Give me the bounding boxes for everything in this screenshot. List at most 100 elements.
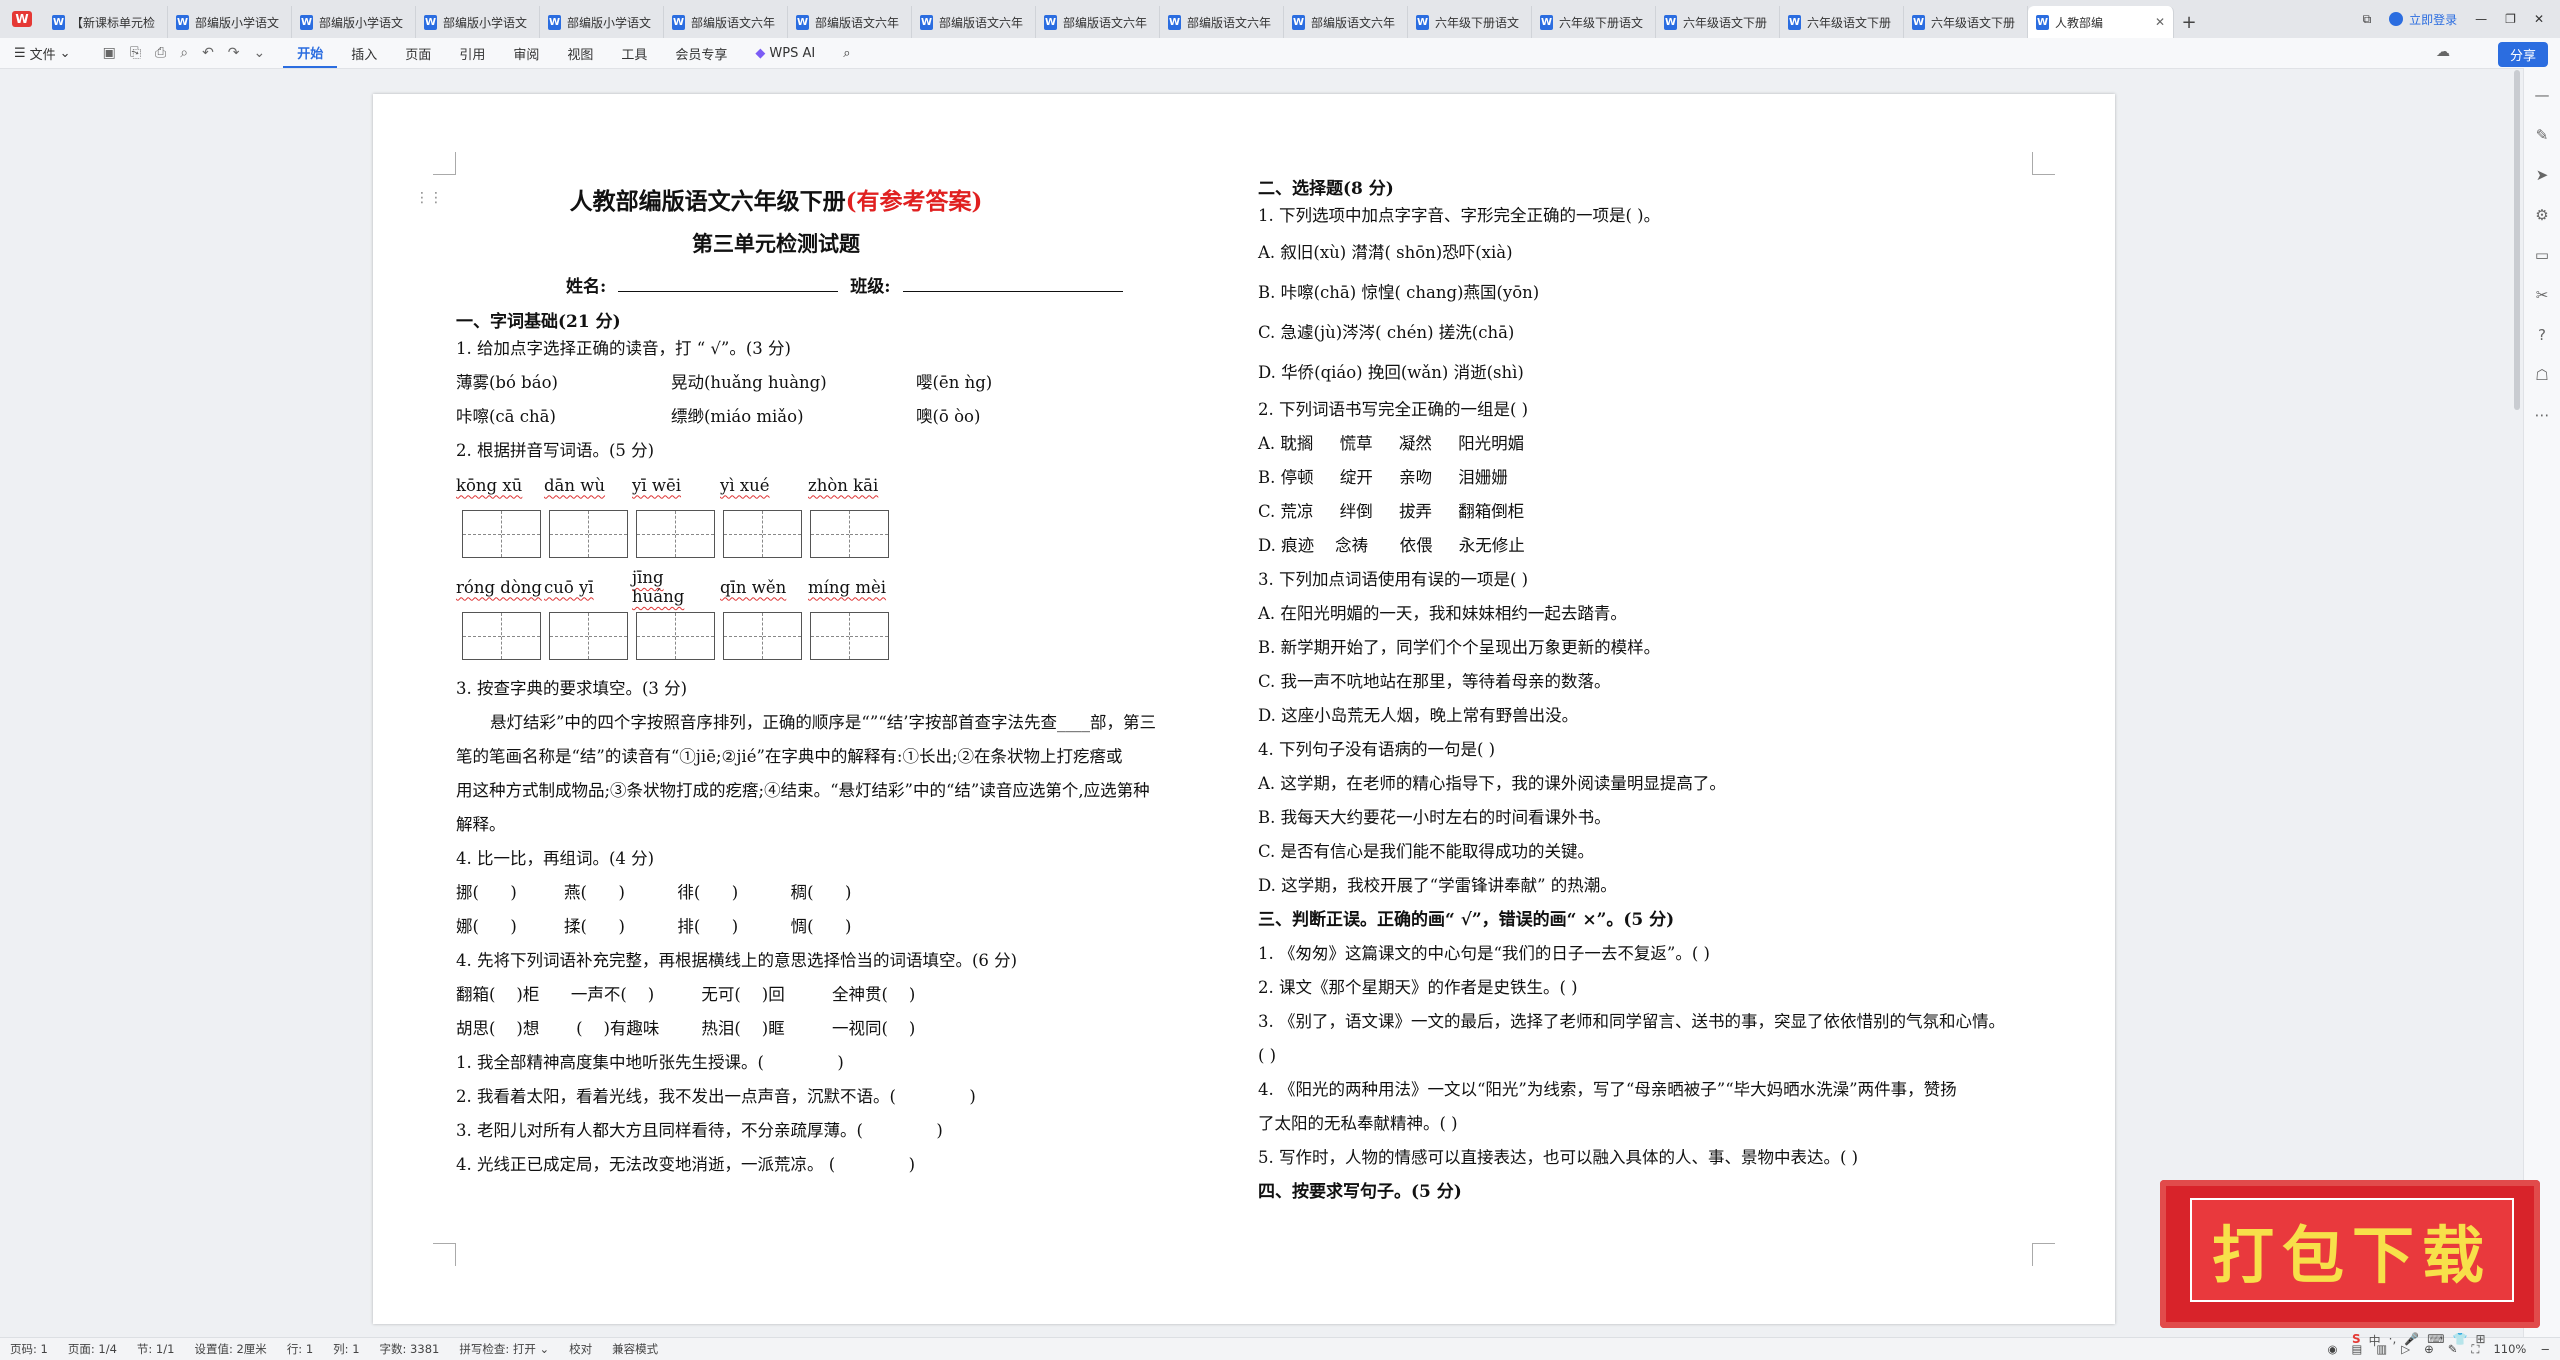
- paragraph: 用这种方式制成物品;③条状物打成的疙瘩;④结束。“悬灯结彩”中的“结”读音应选第…: [456, 781, 1150, 800]
- ime-skin-icon[interactable]: 👕: [2453, 1332, 2468, 1349]
- help-icon[interactable]: ?: [2538, 326, 2546, 344]
- search-button[interactable]: ⌕: [829, 38, 864, 68]
- right-sidebar: — ✎ ➤ ⚙ ▭ ✂ ? ☖ ⋯: [2523, 68, 2560, 1358]
- word-doc-icon: W: [1168, 14, 1181, 30]
- print-icon[interactable]: ⎙: [155, 45, 166, 61]
- wps-ai-button[interactable]: ◆ WPS AI: [741, 38, 829, 68]
- document-tab[interactable]: W 部编版小学语文: [168, 6, 292, 38]
- vertical-scrollbar[interactable]: [2514, 70, 2520, 410]
- ribbon-tab[interactable]: 视图: [553, 38, 607, 68]
- ribbon-tab[interactable]: 审阅: [499, 38, 553, 68]
- review-icon[interactable]: ☖: [2535, 366, 2548, 384]
- close-window-button[interactable]: ✕: [2534, 12, 2544, 26]
- zoom-out-icon[interactable]: −: [2540, 1342, 2550, 1356]
- format-icon[interactable]: ⚙: [2535, 206, 2548, 224]
- pinyin-item: míng mèi: [808, 577, 887, 597]
- document-tab[interactable]: W 部编版语文六年: [1160, 6, 1284, 38]
- ime-chinese-mode[interactable]: 中: [2369, 1332, 2381, 1349]
- tab-label: 部编版语文六年: [691, 15, 776, 30]
- question: 1. 下列选项中加点字字音、字形完全正确的一项是( )。: [1258, 206, 1661, 225]
- ime-keyboard-icon[interactable]: ⌨: [2427, 1332, 2444, 1349]
- minimize-button[interactable]: —: [2475, 12, 2487, 26]
- status-page[interactable]: 页码: 1: [0, 1341, 58, 1357]
- writing-box: [723, 510, 802, 558]
- status-pages[interactable]: 页面: 1/4: [58, 1341, 127, 1357]
- writing-cell: [637, 511, 676, 557]
- class-label: 班级:: [850, 277, 891, 297]
- document-tab[interactable]: W 部编版小学语文: [292, 6, 416, 38]
- window-layout-icon[interactable]: ⧉: [2363, 12, 2372, 27]
- option: A. 在阳光明媚的一天，我和妹妹相约一起去踏青。: [1258, 604, 1627, 623]
- tools-icon[interactable]: ✂: [2536, 286, 2549, 304]
- redo-icon[interactable]: ↷: [228, 45, 240, 61]
- cloud-sync-icon[interactable]: ☁: [2436, 44, 2450, 60]
- ribbon-tab[interactable]: 会员专享: [661, 38, 741, 68]
- question: 3. 按查字典的要求填空。(3 分): [456, 679, 688, 698]
- tab-label: 部编版小学语文: [195, 15, 280, 30]
- document-tab[interactable]: W 六年级语文下册: [1780, 6, 1904, 38]
- status-setting[interactable]: 设置值: 2厘米: [184, 1341, 276, 1357]
- download-banner[interactable]: 打包下载: [2160, 1180, 2540, 1328]
- tab-label: 部编版语文六年: [815, 15, 900, 30]
- ribbon-tab[interactable]: 插入: [337, 38, 391, 68]
- ime-punct-mode[interactable]: ·,: [2389, 1332, 2397, 1349]
- document-tab[interactable]: W 人教部编 ✕: [2028, 6, 2174, 38]
- save-icon[interactable]: ▣: [103, 45, 116, 61]
- status-word-count[interactable]: 字数: 3381: [370, 1341, 450, 1357]
- collapse-icon[interactable]: —: [2535, 86, 2550, 104]
- document-tab[interactable]: W 部编版语文六年: [912, 6, 1036, 38]
- ribbon-tab[interactable]: 页面: [391, 38, 445, 68]
- maximize-button[interactable]: ❐: [2505, 12, 2516, 26]
- document-tab[interactable]: W 六年级语文下册: [1656, 6, 1780, 38]
- more-chevron-icon[interactable]: ⌄: [254, 45, 266, 61]
- judge-item: 4. 《阳光的两种用法》一文以“阳光”为线索，写了“母亲晒被子”“毕大妈晒水洗澡…: [1258, 1080, 1957, 1099]
- comment-icon[interactable]: ▭: [2535, 246, 2549, 264]
- close-tab-icon[interactable]: ✕: [2151, 15, 2165, 29]
- document-tab[interactable]: W 部编版语文六年: [788, 6, 912, 38]
- document-tab[interactable]: W 部编版语文六年: [664, 6, 788, 38]
- ribbon-tab[interactable]: 引用: [445, 38, 499, 68]
- document-tab[interactable]: W 六年级下册语文: [1532, 6, 1656, 38]
- pinyin-item: róng dòng: [456, 577, 542, 597]
- option: B. 我每天大约要花一小时左右的时间看课外书。: [1258, 808, 1611, 827]
- select-icon[interactable]: ➤: [2536, 166, 2549, 184]
- user-avatar-icon: [2389, 12, 2404, 26]
- document-page[interactable]: ⋮⋮ 人教部编版语文六年级下册(有参考答案) 第三单元检测试题 姓名: 班级: 一…: [373, 94, 2115, 1324]
- menu-button[interactable]: ☰ 文件 ⌄: [0, 38, 85, 68]
- wps-ai-label: WPS AI: [769, 45, 816, 61]
- more-icon[interactable]: ⋯: [2535, 406, 2550, 424]
- print-preview-icon[interactable]: ⌕: [180, 45, 188, 61]
- login-button[interactable]: 立即登录: [2389, 11, 2457, 28]
- ribbon-tab[interactable]: 开始: [283, 38, 338, 68]
- sentence-item: 1. 我全部精神高度集中地听张先生授课。( ): [456, 1053, 844, 1072]
- document-tab[interactable]: W 部编版小学语文: [540, 6, 664, 38]
- document-tab[interactable]: W 六年级语文下册: [1904, 6, 2028, 38]
- undo-icon[interactable]: ↶: [202, 45, 214, 61]
- document-tab[interactable]: W 部编版语文六年: [1284, 6, 1408, 38]
- status-proof[interactable]: 校对: [559, 1341, 602, 1357]
- new-tab-button[interactable]: +: [2174, 6, 2204, 38]
- drag-handle-icon[interactable]: ⋮⋮: [415, 190, 443, 206]
- share-button[interactable]: 分享: [2497, 42, 2548, 67]
- document-tab[interactable]: W 六年级下册语文: [1408, 6, 1532, 38]
- wps-logo[interactable]: W: [0, 0, 44, 38]
- ime-voice-icon[interactable]: 🎤: [2404, 1332, 2419, 1349]
- doc-title-answer-note: (有参考答案): [845, 188, 983, 215]
- ime-logo-icon[interactable]: S: [2352, 1332, 2361, 1349]
- sentence-item: 4. 光线正已成定局，无法改变地消逝，一派荒凉。 ( ): [456, 1155, 916, 1174]
- eye-protect-icon[interactable]: ◉: [2327, 1342, 2337, 1356]
- judge-item: 2. 课文《那个星期天》的作者是史铁生。( ): [1258, 978, 1578, 997]
- export-icon[interactable]: ⎘: [130, 45, 141, 61]
- option: A. 耽搁 慌草 凝然 阳光明媚: [1258, 434, 1525, 453]
- document-tab[interactable]: W 部编版小学语文: [416, 6, 540, 38]
- document-tab[interactable]: W 【新课标单元检: [44, 6, 168, 38]
- status-spellcheck[interactable]: 拼写检查: 打开 ⌄: [449, 1341, 559, 1357]
- ime-menu-icon[interactable]: ⊞: [2476, 1332, 2486, 1349]
- writing-cell: [811, 613, 850, 659]
- zoom-level[interactable]: 110%: [2493, 1342, 2526, 1356]
- pen-icon[interactable]: ✎: [2536, 126, 2549, 144]
- document-tab[interactable]: W 部编版语文六年: [1036, 6, 1160, 38]
- question: 4. 下列句子没有语病的一句是( ): [1258, 740, 1496, 759]
- ribbon-tab[interactable]: 工具: [607, 38, 661, 68]
- pinyin-row: kōng xū dān wù yī wēi yì xué zhòn kāi: [456, 468, 1256, 502]
